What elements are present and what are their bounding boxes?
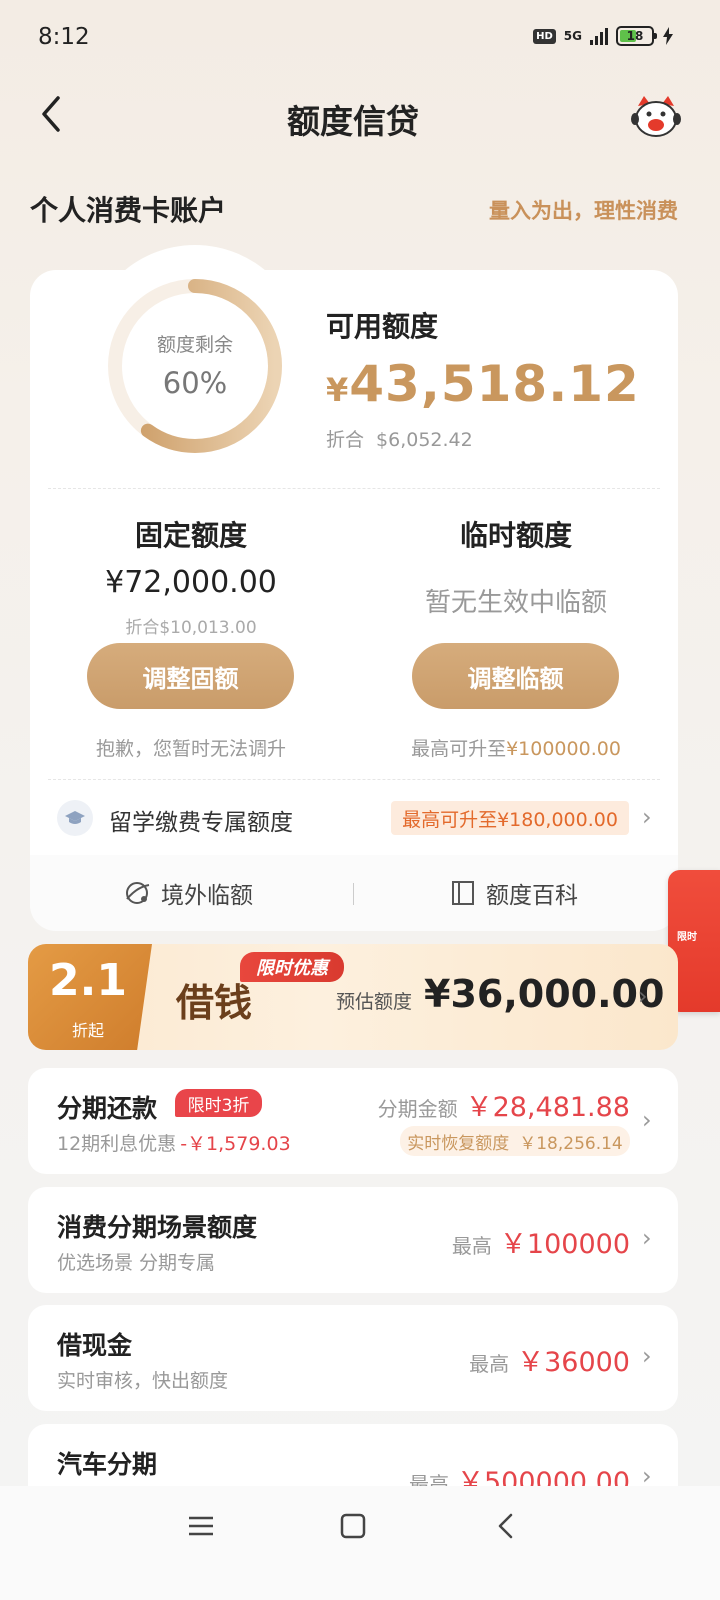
page-title: 额度信贷 (287, 102, 419, 141)
menu-icon[interactable] (187, 1512, 215, 1544)
loan-promo-tag: 限时优惠 (240, 952, 344, 982)
signal-icon (590, 27, 608, 45)
overseas-icon (126, 882, 150, 904)
available-usd-value: $6,052.42 (376, 429, 473, 451)
installment-promo-tag: 限时3折 (175, 1089, 262, 1117)
divider (353, 883, 354, 905)
available-label: 可用额度 (326, 310, 439, 343)
status-time: 8:12 (38, 24, 90, 50)
temp-note: 最高可升至¥100000.00 (366, 734, 666, 761)
temp-note-value: ¥100000.00 (506, 738, 621, 760)
installment-sub: 12期利息优惠 -￥1,579.03 (57, 1129, 291, 1156)
available-amount: ¥43,518.12 (326, 355, 640, 413)
charging-icon (663, 27, 673, 45)
scene-sub: 优选场景 分期专属 (57, 1252, 216, 1274)
account-slogan: 量入为出，理性消费 (489, 199, 678, 223)
cash-sub: 实时审核，快出额度 (57, 1370, 229, 1392)
quota-wiki-label: 额度百科 (486, 883, 578, 909)
overseas-temp-label: 境外临额 (161, 883, 253, 909)
status-icons: HD 5G 18 (533, 26, 674, 46)
scene-max: 最高 ￥100000 (452, 1222, 630, 1261)
cash-title: 借现金 (57, 1331, 133, 1360)
chevron-right-icon[interactable]: › (638, 982, 648, 1010)
installment-amount: 分期金额 ￥28,481.88 (378, 1085, 630, 1124)
loan-rate-sub: 折起 (71, 1021, 104, 1040)
installment-amount-value: ￥28,481.88 (465, 1092, 630, 1123)
battery-level: 18 (626, 29, 644, 43)
account-section-title: 个人消费卡账户 (30, 194, 227, 227)
quota-wiki-link[interactable]: 额度百科 (450, 876, 578, 910)
fixed-note: 抱歉，您暂时无法调升 (95, 738, 286, 760)
fixed-usd: 折合$10,013.00 (125, 618, 257, 638)
remaining-label: 额度剩余 (156, 334, 233, 356)
loan-estimate-value: ¥36,000.00 (424, 972, 665, 1016)
temp-note-prefix: 最高可升至 (411, 738, 507, 760)
fixed-amount: ¥72,000.00 (105, 565, 277, 600)
overseas-temp-link[interactable]: 境外临额 (123, 876, 253, 910)
available-usd-label: 折合 (326, 429, 365, 451)
chevron-right-icon[interactable]: › (642, 1342, 652, 1370)
loan-estimate-label: 预估额度 (336, 991, 413, 1013)
restore-quota-value: ￥18,256.14 (519, 1133, 623, 1154)
adjust-temp-button[interactable]: 调整临额 (412, 643, 619, 709)
book-icon (452, 881, 474, 905)
system-back-icon[interactable] (492, 1512, 520, 1544)
study-quota-label[interactable]: 留学缴费专属额度 (109, 803, 293, 837)
installment-amount-label: 分期金额 (377, 1097, 458, 1121)
scene-max-label: 最高 (451, 1234, 492, 1258)
remaining-percent: 60% (162, 366, 228, 400)
chevron-right-icon[interactable]: › (642, 1106, 652, 1134)
scene-title: 消费分期场景额度 (57, 1213, 258, 1242)
installment-sub-value: -￥1,579.03 (180, 1133, 291, 1155)
restore-quota-label: 实时恢复额度 (407, 1133, 510, 1154)
chevron-right-icon[interactable]: › (642, 803, 652, 831)
loan-rate: 2.1 (49, 955, 127, 1006)
battery-icon: 18 (616, 26, 657, 46)
divider (48, 488, 660, 489)
available-usd: 折合 $6,052.42 (326, 425, 473, 452)
divider (48, 779, 660, 780)
floating-promo-text: 限时 (677, 932, 697, 943)
study-quota-badge[interactable]: 最高可升至¥180,000.00 (391, 801, 629, 835)
restore-quota-badge: 实时恢复额度 ￥18,256.14 (400, 1126, 630, 1156)
mascot-icon[interactable] (630, 92, 682, 140)
network-label: 5G (563, 29, 582, 43)
home-icon[interactable] (339, 1512, 367, 1544)
fixed-title: 固定额度 (134, 519, 247, 552)
adjust-fixed-button[interactable]: 调整固额 (87, 643, 294, 709)
available-value: 43,518.12 (349, 355, 640, 413)
chevron-right-icon[interactable]: › (642, 1224, 652, 1252)
scene-max-value: ￥100000 (499, 1229, 630, 1260)
graduation-cap-icon (57, 800, 93, 836)
car-title: 汽车分期 (57, 1450, 158, 1479)
cash-max: 最高 ￥36000 (469, 1340, 630, 1379)
available-currency: ¥ (326, 371, 350, 409)
temp-title: 临时额度 (459, 519, 572, 552)
cash-max-label: 最高 (469, 1352, 510, 1376)
temp-empty: 暂无生效中临额 (424, 588, 607, 618)
hd-icon: HD (533, 28, 556, 44)
cash-max-value: ￥36000 (517, 1347, 630, 1378)
installment-title: 分期还款 (57, 1094, 158, 1123)
installment-sub-text: 12期利息优惠 (57, 1133, 177, 1155)
